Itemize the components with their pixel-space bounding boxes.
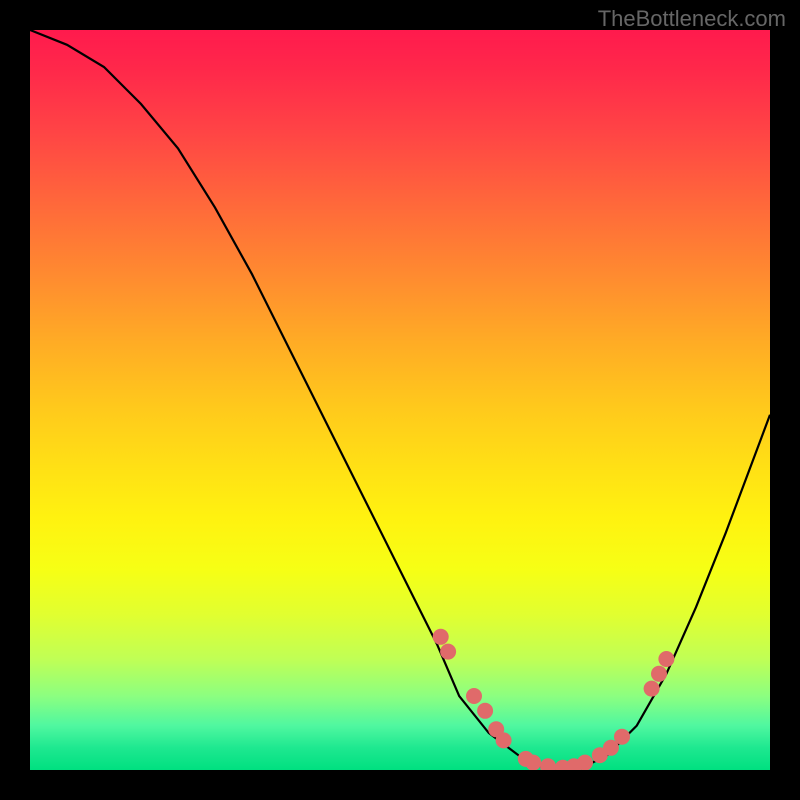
curve-marker	[644, 681, 660, 697]
curve-marker	[466, 688, 482, 704]
chart-svg	[30, 30, 770, 770]
curve-marker	[433, 629, 449, 645]
curve-marker	[651, 666, 667, 682]
curve-marker	[525, 755, 541, 770]
curve-marker	[496, 732, 512, 748]
curve-marker	[658, 651, 674, 667]
curve-marker	[614, 729, 630, 745]
curve-marker	[477, 703, 493, 719]
watermark-text: TheBottleneck.com	[598, 6, 786, 32]
curve-marker	[440, 644, 456, 660]
chart-plot-area	[30, 30, 770, 770]
curve-markers	[433, 629, 675, 770]
curve-marker	[577, 755, 593, 770]
curve-marker	[540, 758, 556, 770]
